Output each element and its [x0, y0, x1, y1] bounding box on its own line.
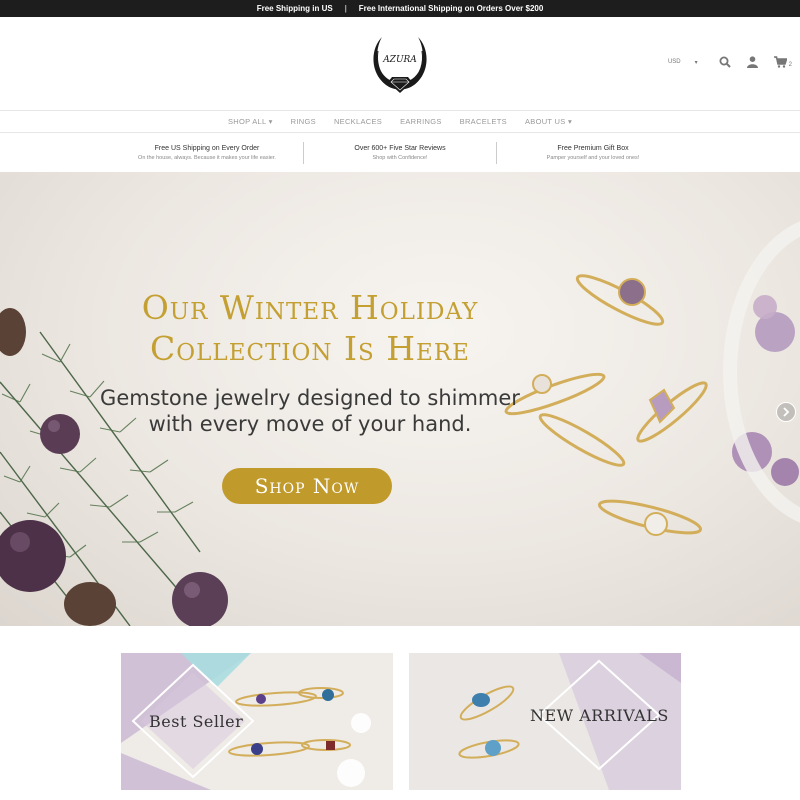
new-arrivals-tile[interactable]: NEW ARRIVALS: [409, 653, 681, 790]
shop-now-button[interactable]: Shop Now: [222, 468, 392, 504]
nav-item-rings[interactable]: RINGS: [291, 117, 316, 126]
search-icon[interactable]: [718, 55, 732, 69]
logo[interactable]: AZURA: [368, 31, 432, 97]
header-actions: USD ▾ 2: [668, 55, 792, 69]
hero-title-line2: Collection Is Here: [150, 329, 470, 368]
chevron-right-icon: [783, 407, 790, 417]
feature-subtitle: Shop with Confidence!: [372, 154, 428, 161]
best-seller-label: Best Seller: [149, 712, 244, 731]
best-seller-tile[interactable]: Best Seller: [121, 653, 393, 790]
features-strip: Free US Shipping on Every Order On the h…: [0, 133, 800, 172]
announcement-right: Free International Shipping on Orders Ov…: [358, 4, 544, 13]
nav-item-bracelets[interactable]: BRACELETS: [460, 117, 507, 126]
site-header: AZURA USD ▾ 2: [0, 17, 800, 111]
feature-subtitle: Pamper yourself and your loved ones!: [546, 154, 640, 161]
nav-item-earrings[interactable]: EARRINGS: [400, 117, 442, 126]
new-arrivals-label: NEW ARRIVALS: [530, 706, 669, 725]
nav-item-shop-all[interactable]: SHOP ALL ▾: [228, 117, 273, 126]
hero-subtitle-line1: Gemstone jewelry designed to shimmer: [100, 386, 520, 410]
announcement-bar: Free Shipping in US | Free International…: [0, 0, 800, 17]
slider-next-button[interactable]: [776, 402, 796, 422]
cart-count: 2: [788, 62, 792, 68]
feature-shipping: Free US Shipping on Every Order On the h…: [111, 145, 303, 161]
nav-item-necklaces[interactable]: NECKLACES: [334, 117, 382, 126]
chevron-down-icon: ▾: [694, 59, 698, 66]
nav-item-about-us[interactable]: ABOUT US ▾: [525, 117, 572, 126]
hero-title: Our Winter Holiday Collection Is Here: [80, 287, 540, 369]
cart-icon: [773, 56, 787, 68]
feature-title: Over 600+ Five Star Reviews: [354, 144, 446, 152]
feature-gift-box: Free Premium Gift Box Pamper yourself an…: [497, 145, 689, 161]
currency-value: USD: [667, 59, 681, 65]
cart-button[interactable]: 2: [773, 56, 792, 68]
feature-title: Free Premium Gift Box: [557, 144, 629, 152]
currency-selector[interactable]: USD ▾: [668, 59, 698, 66]
main-nav: SHOP ALL ▾ RINGS NECKLACES EARRINGS BRAC…: [0, 111, 800, 133]
svg-text:AZURA: AZURA: [382, 55, 417, 65]
announcement-separator: |: [344, 4, 347, 13]
logo-icon: AZURA: [373, 37, 427, 93]
hero-banner: Our Winter Holiday Collection Is Here Ge…: [0, 172, 800, 626]
user-icon[interactable]: [746, 55, 760, 69]
hero-subtitle: Gemstone jewelry designed to shimmer wit…: [80, 385, 540, 437]
feature-subtitle: On the house, always. Because it makes y…: [138, 154, 276, 161]
hero-subtitle-line2: with every move of your hand.: [148, 412, 472, 436]
feature-reviews: Over 600+ Five Star Reviews Shop with Co…: [304, 145, 496, 161]
hero-title-line1: Our Winter Holiday: [141, 288, 479, 327]
feature-title: Free US Shipping on Every Order: [154, 144, 260, 152]
announcement-left: Free Shipping in US: [256, 4, 333, 13]
